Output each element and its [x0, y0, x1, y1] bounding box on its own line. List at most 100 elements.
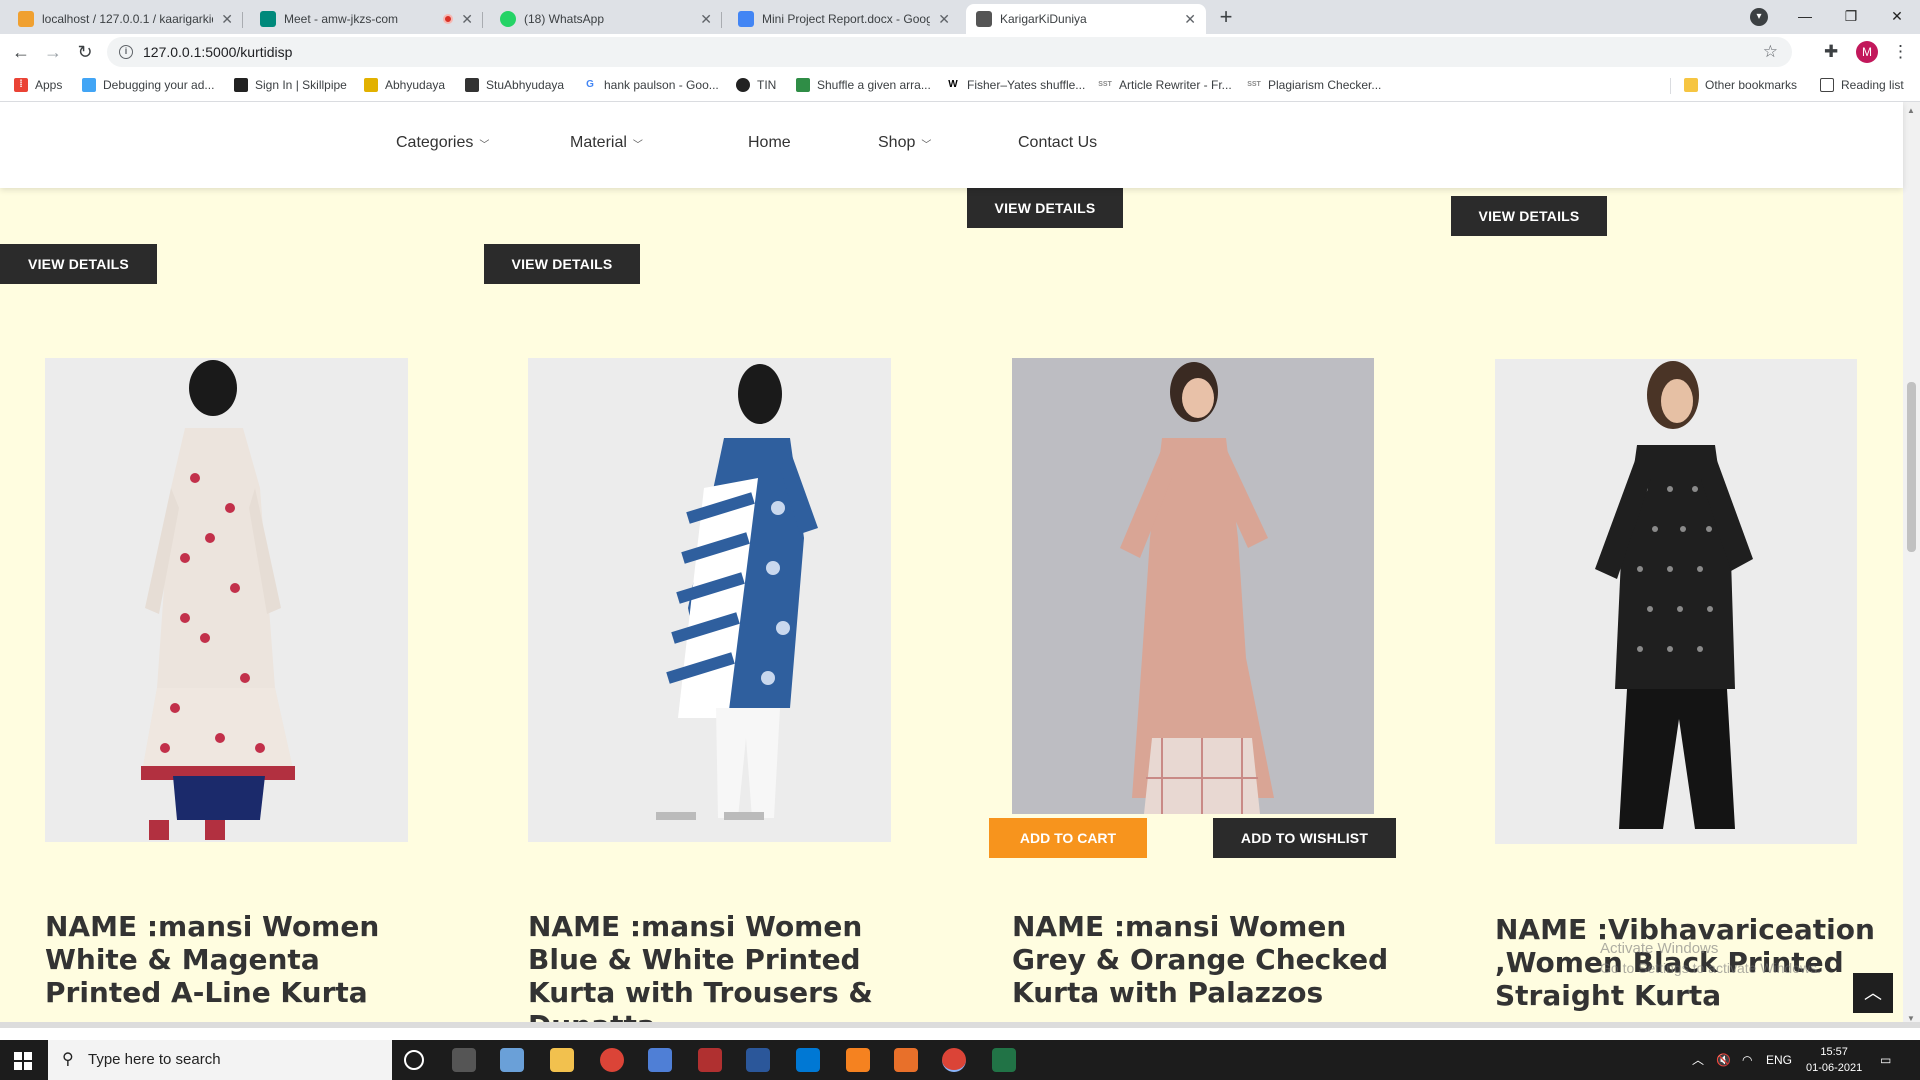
- taskbar-search-box[interactable]: ⚲ Type here to search: [48, 1040, 392, 1080]
- folder-icon: [1684, 78, 1698, 92]
- nav-shop[interactable]: Shop ﹀: [878, 134, 931, 152]
- paint-icon[interactable]: [500, 1048, 524, 1072]
- wifi-icon[interactable]: ◠: [1742, 1040, 1752, 1080]
- bookmark-item[interactable]: Ghank paulson - Goo...: [583, 78, 719, 92]
- task-view-icon[interactable]: [452, 1048, 476, 1072]
- cortana-icon[interactable]: [404, 1050, 424, 1070]
- tab-google-docs[interactable]: Mini Project Report.docx - Google Docs ✕: [728, 4, 960, 34]
- extensions-puzzle-icon[interactable]: ✚: [1824, 42, 1838, 62]
- add-to-cart-button[interactable]: ADD TO CART: [989, 818, 1147, 858]
- product-name[interactable]: NAME :mansi Women Grey & Orange Checked …: [1012, 910, 1392, 1009]
- bookmark-item[interactable]: W Fisher–Yates shuffle...: [946, 78, 1085, 92]
- scrollbar-thumb[interactable]: [1907, 382, 1916, 552]
- tab-search-icon[interactable]: ▾: [1750, 8, 1768, 26]
- scroll-to-top-button[interactable]: ︿: [1853, 973, 1893, 1013]
- bookmark-item[interactable]: Shuffle a given arra...: [796, 78, 931, 92]
- product-image[interactable]: [1012, 358, 1374, 814]
- bookmark-item[interactable]: Abhyudaya: [364, 78, 445, 92]
- address-bar[interactable]: i 127.0.0.1:5000/kurtidisp ☆: [107, 37, 1792, 67]
- close-tab-icon[interactable]: ✕: [1184, 11, 1196, 28]
- nav-contact-us[interactable]: Contact Us: [1018, 134, 1097, 152]
- site-navbar: Categories ﹀ Material ﹀ Home Shop ﹀ Contact…: [0, 102, 1903, 188]
- view-details-button[interactable]: VIEW DETAILS: [967, 188, 1123, 228]
- scroll-up-arrow-icon[interactable]: ▲: [1907, 106, 1915, 115]
- product-name[interactable]: NAME :mansi Women White & Magenta Printe…: [45, 910, 425, 1009]
- close-tab-icon[interactable]: ✕: [221, 11, 233, 28]
- tab-whatsapp[interactable]: (18) WhatsApp ✕: [490, 4, 722, 34]
- tab-meet[interactable]: Meet - amw-jkzs-com ✕: [250, 4, 483, 34]
- view-details-button[interactable]: VIEW DETAILS: [1451, 196, 1607, 236]
- kurta-photo: [45, 358, 408, 842]
- back-arrow-icon[interactable]: ←: [8, 40, 34, 66]
- tab-title: Mini Project Report.docx - Google Docs: [762, 12, 931, 26]
- chrome-icon[interactable]: [600, 1048, 624, 1072]
- add-to-wishlist-button[interactable]: ADD TO WISHLIST: [1213, 818, 1396, 858]
- bookmark-item[interactable]: Debugging your ad...: [82, 78, 214, 92]
- bookmark-item[interactable]: SST Plagiarism Checker...: [1247, 78, 1381, 92]
- product-image[interactable]: [45, 358, 408, 842]
- other-bookmarks[interactable]: Other bookmarks: [1684, 78, 1797, 92]
- bookmark-star-icon[interactable]: ☆: [1763, 37, 1778, 67]
- snipping-tool-icon[interactable]: [698, 1048, 722, 1072]
- bookmark-item[interactable]: TIN: [736, 78, 776, 92]
- restore-button[interactable]: ❐: [1828, 0, 1874, 34]
- nav-home[interactable]: Home: [748, 134, 791, 152]
- close-window-button[interactable]: ✕: [1874, 0, 1920, 34]
- tab-title: localhost / 127.0.0.1 / kaarigarkiduniya: [42, 12, 213, 26]
- abhyudaya-icon: [364, 78, 378, 92]
- 3d-viewer-icon[interactable]: [648, 1048, 672, 1072]
- chrome-active-icon[interactable]: [942, 1048, 966, 1072]
- excel-icon[interactable]: [992, 1048, 1016, 1072]
- tray-chevron-up-icon[interactable]: ︿: [1692, 1040, 1704, 1080]
- reading-list[interactable]: Reading list: [1820, 78, 1904, 92]
- tab-title: KarigarKiDuniya: [1000, 12, 1087, 26]
- bookmark-item[interactable]: StuAbhyudaya: [465, 78, 564, 92]
- close-tab-icon[interactable]: ✕: [938, 11, 950, 28]
- minimize-button[interactable]: —: [1782, 0, 1828, 34]
- forward-arrow-icon[interactable]: →: [40, 40, 66, 66]
- horizontal-scrollbar[interactable]: [0, 1022, 1920, 1028]
- phpmyadmin-icon: [18, 11, 34, 27]
- new-tab-button[interactable]: +: [1212, 4, 1240, 32]
- vscode-icon[interactable]: [796, 1048, 820, 1072]
- bookmark-divider: [1670, 78, 1671, 94]
- nav-categories[interactable]: Categories ﹀: [396, 134, 489, 152]
- chevron-down-icon: ﹀: [479, 139, 490, 151]
- google-icon: G: [583, 78, 597, 92]
- bookmark-apps[interactable]: ⁞ Apps: [14, 78, 62, 92]
- product-image[interactable]: [528, 358, 891, 842]
- meet-icon: [260, 11, 276, 27]
- product-image[interactable]: [1495, 359, 1857, 844]
- globe-icon: [736, 78, 750, 92]
- nav-material[interactable]: Material ﹀: [570, 134, 643, 152]
- site-info-icon[interactable]: i: [119, 45, 133, 59]
- chevron-down-icon: ﹀: [632, 139, 643, 151]
- reload-icon[interactable]: ↻: [72, 40, 98, 66]
- xampp-icon[interactable]: [894, 1048, 918, 1072]
- tab-phpmyadmin[interactable]: localhost / 127.0.0.1 / kaarigarkiduniya…: [8, 4, 243, 34]
- view-details-button[interactable]: VIEW DETAILS: [484, 244, 640, 284]
- close-tab-icon[interactable]: ✕: [700, 11, 712, 28]
- windows-start-icon[interactable]: [14, 1052, 32, 1070]
- language-indicator[interactable]: ENG: [1766, 1040, 1792, 1080]
- geeksforgeeks-icon: [796, 78, 810, 92]
- vertical-scrollbar[interactable]: ▲ ▼: [1903, 102, 1920, 1028]
- flutter-icon: [82, 78, 96, 92]
- volume-muted-icon[interactable]: 🔇: [1716, 1040, 1731, 1080]
- profile-avatar[interactable]: M: [1856, 41, 1878, 63]
- bookmark-item[interactable]: SST Article Rewriter - Fr...: [1098, 78, 1232, 92]
- file-explorer-icon[interactable]: [550, 1048, 574, 1072]
- menu-kebab-icon[interactable]: ⋮: [1892, 42, 1909, 62]
- word-icon[interactable]: [746, 1048, 770, 1072]
- view-details-button[interactable]: VIEW DETAILS: [0, 244, 157, 284]
- system-clock[interactable]: 15:57 01-06-2021: [1806, 1044, 1862, 1076]
- sublime-text-icon[interactable]: [846, 1048, 870, 1072]
- close-tab-icon[interactable]: ✕: [461, 11, 473, 28]
- notifications-icon[interactable]: ▭: [1880, 1040, 1891, 1080]
- recording-indicator-icon: [443, 14, 454, 24]
- product-name[interactable]: NAME :mansi Women Blue & White Printed K…: [528, 910, 908, 1028]
- bookmark-item[interactable]: Sign In | Skillpipe: [234, 78, 347, 92]
- tab-karigarkiduniya[interactable]: KarigarKiDuniya ✕: [966, 4, 1206, 34]
- browser-toolbar: ← → ↻ i 127.0.0.1:5000/kurtidisp ☆ ✚ M ⋮: [0, 34, 1920, 70]
- google-docs-icon: [738, 11, 754, 27]
